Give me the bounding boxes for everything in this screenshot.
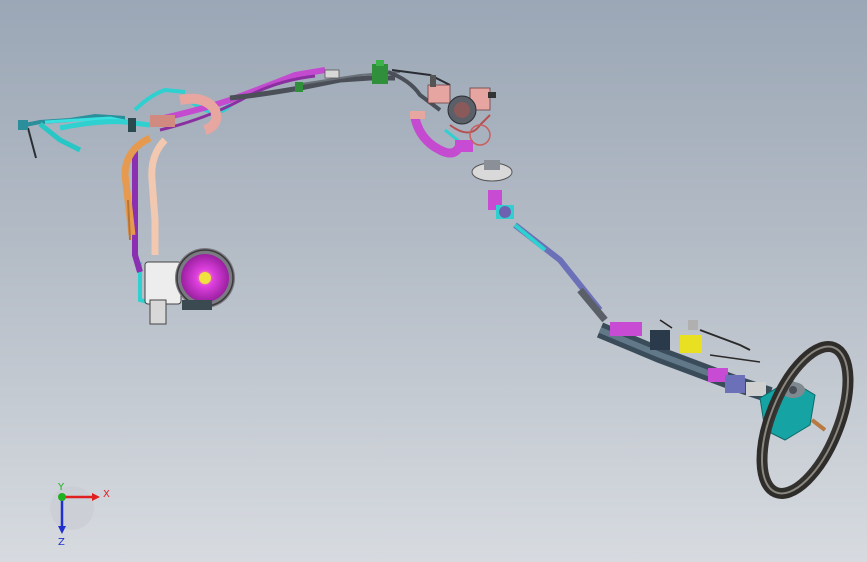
steering-column xyxy=(596,319,773,403)
z-axis-label: Z xyxy=(58,537,65,548)
y-axis-dot xyxy=(58,493,66,501)
intermediate-joint xyxy=(471,160,514,219)
orange-hoses xyxy=(121,134,168,255)
steering-assembly-model[interactable]: X Y Z xyxy=(0,0,867,562)
x-axis-head xyxy=(92,493,100,501)
reservoir-pump xyxy=(144,248,235,325)
green-clip xyxy=(372,60,388,84)
3d-model-viewport[interactable]: X Y Z xyxy=(0,0,867,562)
magenta-hose xyxy=(132,67,326,273)
z-axis-head xyxy=(58,526,66,534)
coordinate-triad: X Y Z xyxy=(50,482,110,548)
x-axis-label: X xyxy=(103,489,110,500)
steering-shaft xyxy=(513,222,608,323)
y-axis-label: Y xyxy=(57,482,65,493)
gear-cluster xyxy=(410,75,496,158)
